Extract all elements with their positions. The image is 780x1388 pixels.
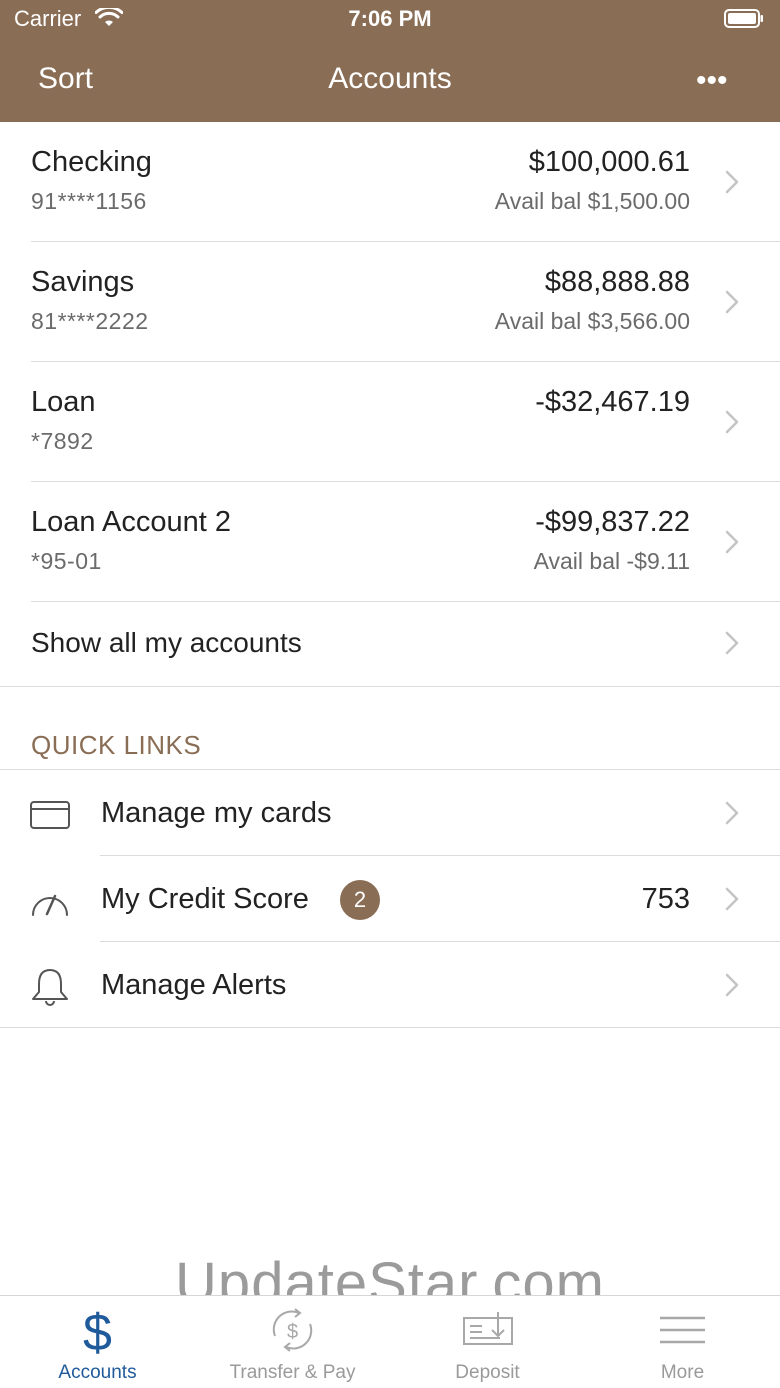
available-balance: Avail bal $3,566.00 [494, 308, 690, 334]
nav-header: Carrier 7:06 PM Sort Accounts ••• [0, 0, 780, 122]
menu-icon [660, 1316, 705, 1344]
tab-deposit[interactable]: Deposit [390, 1296, 585, 1388]
account-number: 81****2222 [31, 308, 149, 334]
deposit-check-icon [463, 1312, 513, 1345]
notification-badge: 2 [340, 880, 380, 920]
quick-link-manage-cards[interactable]: Manage my cards [0, 770, 780, 856]
account-row-savings[interactable]: Savings 81****2222 $88,888.88 Avail bal … [0, 242, 780, 362]
transfer-icon: $ [272, 1308, 313, 1352]
account-name: Checking [31, 146, 152, 178]
bell-icon [32, 969, 68, 1006]
show-all-accounts-row[interactable]: Show all my accounts [0, 600, 780, 687]
chevron-right-icon [725, 887, 739, 911]
clock-label: 7:06 PM [348, 6, 432, 31]
tab-label: More [660, 1362, 705, 1383]
account-name: Loan Account 2 [31, 506, 231, 538]
credit-card-icon [30, 801, 70, 829]
tab-label: Accounts [58, 1362, 137, 1383]
account-number: *95-01 [31, 548, 102, 574]
tab-transfer-pay[interactable]: $ Transfer & Pay [195, 1296, 390, 1388]
account-balance: -$99,837.22 [535, 506, 690, 538]
chevron-right-icon [725, 530, 739, 554]
chevron-right-icon [725, 801, 739, 825]
account-number: *7892 [31, 428, 94, 454]
account-row-loan-account-2[interactable]: Loan Account 2 *95-01 -$99,837.22 Avail … [0, 482, 780, 602]
quick-link-manage-alerts[interactable]: Manage Alerts [0, 942, 780, 1028]
gauge-icon [32, 894, 68, 916]
show-all-accounts-label: Show all my accounts [31, 627, 302, 658]
page-title: Accounts [328, 62, 452, 95]
quick-link-label: My Credit Score [101, 883, 309, 915]
divider [0, 1027, 780, 1028]
account-number: 91****1156 [31, 188, 147, 214]
credit-score-value: 753 [641, 883, 690, 915]
tab-label: Transfer & Pay [229, 1362, 356, 1383]
account-name: Savings [31, 266, 135, 298]
account-balance: -$32,467.19 [535, 386, 690, 418]
account-balance: $88,888.88 [544, 266, 690, 298]
quick-link-label: Manage my cards [101, 797, 332, 829]
dollar-icon: $ [83, 1306, 112, 1354]
quick-link-label: Manage Alerts [101, 969, 287, 1001]
svg-text:$: $ [83, 1306, 112, 1354]
chevron-right-icon [725, 410, 739, 434]
account-row-checking[interactable]: Checking 91****1156 $100,000.61 Avail ba… [0, 122, 780, 242]
chevron-right-icon [725, 290, 739, 314]
chevron-right-icon [725, 170, 739, 194]
available-balance: Avail bal -$9.11 [533, 548, 690, 574]
account-row-loan[interactable]: Loan *7892 -$32,467.19 [0, 362, 780, 482]
svg-text:$: $ [287, 1321, 298, 1343]
tab-label: Deposit [455, 1362, 520, 1383]
more-options-button[interactable]: ••• [696, 66, 728, 96]
tab-bar: $ Accounts $ Transfer & Pay Deposit More [0, 1295, 780, 1388]
chevron-right-icon [725, 631, 739, 655]
available-balance: Avail bal $1,500.00 [494, 188, 690, 214]
account-balance: $100,000.61 [528, 146, 690, 178]
quick-link-credit-score[interactable]: My Credit Score 2 753 [0, 856, 780, 942]
tab-more[interactable]: More [585, 1296, 780, 1388]
chevron-right-icon [725, 973, 739, 997]
battery-icon [724, 9, 763, 28]
tab-accounts[interactable]: $ Accounts [0, 1296, 195, 1388]
quick-links-header: QUICK LINKS [31, 730, 202, 760]
account-name: Loan [31, 386, 96, 418]
